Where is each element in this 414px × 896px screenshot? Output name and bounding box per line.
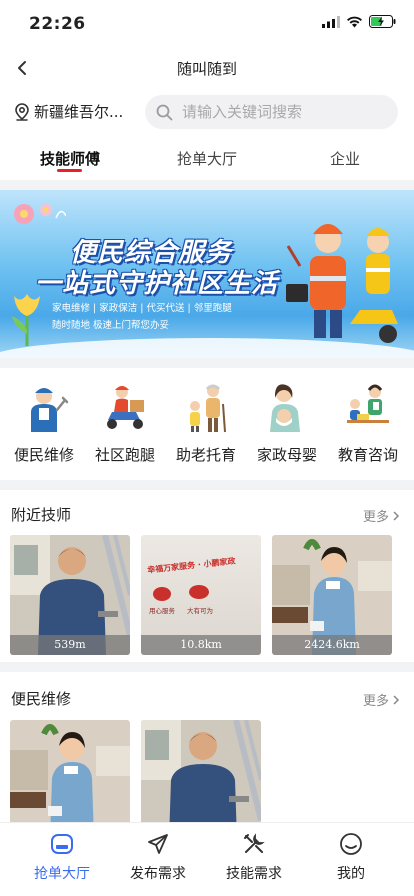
location-selector[interactable]: 新疆维吾尔... <box>14 101 123 122</box>
tabbar-item-skills[interactable]: 技能需求 <box>209 831 299 883</box>
signal-icon <box>322 15 340 28</box>
section-title: 附近技师 <box>11 506 72 524</box>
location-text: 新疆维吾尔... <box>34 103 124 121</box>
delivery-scooter-icon <box>97 380 153 436</box>
search-box[interactable] <box>145 95 398 129</box>
technician-card[interactable]: 2424.6km <box>272 535 392 655</box>
search-row: 新疆维吾尔... <box>0 86 414 138</box>
more-label: 更多 <box>362 694 389 709</box>
search-input[interactable] <box>182 103 382 121</box>
section-title: 便民维修 <box>11 690 72 708</box>
nav-bar: 随叫随到 <box>0 50 414 86</box>
tools-icon <box>241 831 267 857</box>
more-link[interactable]: 更多 <box>363 690 400 709</box>
tabbar-label: 发布需求 <box>130 866 186 882</box>
distance-label: 10.8km <box>141 635 261 655</box>
page: 22:26 随叫随到 新疆维吾尔... 请输入关键词搜索 技能师傅 抢单大厅 企… <box>0 0 414 896</box>
service-categories: 便民维修 社区跑腿 助老托育 家政母婴 教育咨询 <box>0 368 414 480</box>
mother-baby-icon <box>259 380 315 436</box>
banner-subtitle-line1: 家电维修 | 家政保洁 | 代买代送 | 邻里跑腿 <box>52 303 232 314</box>
battery-charging-icon <box>369 15 396 28</box>
service-label: 便民维修 <box>13 446 74 464</box>
distance-label: 2424.6km <box>272 635 392 655</box>
tabbar-item-publish[interactable]: 发布需求 <box>113 831 203 883</box>
service-item-errand[interactable]: 社区跑腿 <box>85 380 165 465</box>
service-label: 社区跑腿 <box>94 446 155 464</box>
elderly-care-icon <box>178 380 234 436</box>
service-item-education[interactable]: 教育咨询 <box>328 380 408 465</box>
service-label: 家政母婴 <box>256 446 317 464</box>
technician-card[interactable]: 幸福万家服务 · 小鹏家政 用心服务 大有可为 10.8km <box>141 535 261 655</box>
hall-icon <box>49 831 75 857</box>
wall-logo-left-icon <box>153 587 171 601</box>
distance-label: 539m <box>10 635 130 655</box>
chevron-right-icon <box>393 510 400 521</box>
location-pin-icon <box>15 102 29 121</box>
bottom-tab-bar: 抢单大厅 发布需求 技能需求 我的 <box>0 822 414 896</box>
flower-decoration-icon <box>14 204 66 224</box>
technician-card[interactable]: 539m <box>10 535 130 655</box>
more-link[interactable]: 更多 <box>363 506 400 525</box>
status-bar: 22:26 <box>0 0 414 50</box>
status-time: 22:26 <box>29 14 86 34</box>
workers-illustration-icon <box>286 224 398 343</box>
page-title: 随叫随到 <box>176 60 237 78</box>
active-tab-indicator <box>57 169 82 172</box>
service-item-elderly-care[interactable]: 助老托育 <box>166 380 246 465</box>
top-tabs: 技能师傅 抢单大厅 企业 <box>0 138 414 180</box>
wifi-icon <box>347 16 362 27</box>
more-label: 更多 <box>362 510 389 525</box>
service-item-repair[interactable]: 便民维修 <box>4 380 84 465</box>
wall-text-left: 用心服务 <box>149 607 175 615</box>
tabbar-label: 抢单大厅 <box>34 866 90 882</box>
nearby-technicians-section: 附近技师 更多 539m 幸福万家服务 · 小鹏家政 用心服务 大有可为 10.… <box>0 490 414 662</box>
service-label: 助老托育 <box>175 446 236 464</box>
repair-worker-icon <box>16 380 72 436</box>
smile-icon <box>338 831 364 857</box>
status-icons <box>322 15 396 28</box>
education-icon <box>340 380 396 436</box>
wall-text-right: 大有可为 <box>187 607 213 615</box>
chevron-right-icon <box>393 694 400 705</box>
search-icon <box>156 104 173 120</box>
tabbar-label: 我的 <box>337 866 365 882</box>
banner-subtitle-line2: 随时随地 极速上门帮您办妥 <box>52 320 170 331</box>
banner-title-line2: 一站式守护社区生活 <box>35 269 279 299</box>
promo-banner[interactable]: 便民综合服务 一站式守护社区生活 家电维修 | 家政保洁 | 代买代送 | 邻里… <box>0 190 414 358</box>
tabbar-label: 技能需求 <box>226 866 282 882</box>
tab-order-hall[interactable]: 抢单大厅 <box>167 148 247 169</box>
wall-slogan: 幸福万家服务 · 小鹏家政 <box>146 556 236 575</box>
service-item-housekeeping[interactable]: 家政母婴 <box>247 380 327 465</box>
tabbar-item-order-hall[interactable]: 抢单大厅 <box>17 831 107 883</box>
send-icon <box>145 831 171 857</box>
tab-technicians[interactable]: 技能师傅 <box>30 148 110 169</box>
repair-section: 便民维修 更多 <box>0 672 414 840</box>
service-label: 教育咨询 <box>337 446 398 464</box>
tabbar-item-mine[interactable]: 我的 <box>306 831 396 883</box>
wall-logo-right-icon <box>189 585 209 599</box>
tab-enterprise[interactable]: 企业 <box>305 148 385 169</box>
